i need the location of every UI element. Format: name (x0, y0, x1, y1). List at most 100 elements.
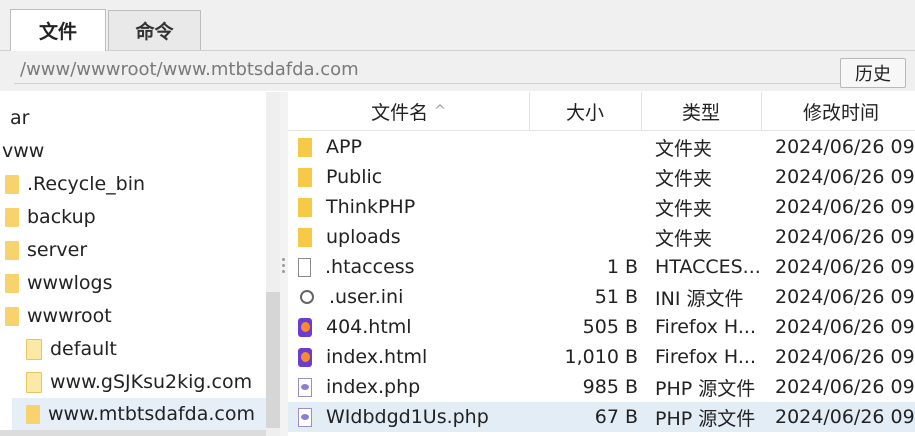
file-type: 文件夹 (655, 137, 713, 160)
tree-item-label: wwwlogs (27, 272, 113, 294)
tree-item[interactable]: wwwroot (5, 300, 112, 332)
file-row[interactable]: 404.html 505 B Firefox H... 2024/06/26 09 (288, 312, 915, 342)
tree-item-label: www.gSJKsu2kig.com (50, 371, 253, 393)
column-header-size[interactable]: 大小 (529, 92, 642, 130)
firefox-icon (298, 347, 312, 367)
file-type: HTACCES... (655, 256, 761, 278)
tree-item-label: .Recycle_bin (27, 173, 146, 195)
folder-icon (298, 167, 312, 187)
grip-dot (282, 264, 285, 267)
file-row[interactable]: Public 文件夹 2024/06/26 09 (288, 162, 915, 192)
list-header: 文件名 ^ 大小 类型 修改时间 (288, 92, 915, 131)
file-row[interactable]: ThinkPHP 文件夹 2024/06/26 09 (288, 192, 915, 222)
folder-icon (298, 227, 312, 247)
file-name-cell: APP (298, 132, 528, 162)
file-name: .htaccess (325, 256, 415, 278)
folder-icon (26, 338, 42, 360)
tree-item[interactable]: server (5, 234, 87, 266)
column-header-modified[interactable]: 修改时间 (761, 92, 915, 130)
tab-commands[interactable]: 命令 (108, 10, 201, 50)
tree-item-label: backup (27, 206, 96, 228)
file-name: uploads (326, 226, 401, 248)
file-name: 404.html (326, 316, 412, 338)
column-header-name[interactable]: 文件名 ^ (288, 92, 530, 130)
tree-item[interactable]: default (26, 333, 117, 365)
file-size: 1,010 B (564, 346, 638, 368)
file-size (530, 162, 638, 192)
file-name-cell: ThinkPHP (298, 192, 528, 222)
file-row[interactable]: index.php 985 B PHP 源文件 2024/06/26 09 (288, 372, 915, 402)
tree-item-label: www.mtbtsdafda.com (48, 403, 255, 425)
file-row[interactable]: APP 文件夹 2024/06/26 09 (288, 132, 915, 162)
file-modified: 2024/06/26 09 (775, 286, 915, 308)
file-row[interactable]: .htaccess 1 B HTACCES... 2024/06/26 09 (288, 252, 915, 282)
file-size (530, 192, 638, 222)
file-modified: 2024/06/26 09 (775, 136, 915, 158)
file-name: WIdbdgd1Us.php (326, 406, 489, 428)
file-type: Firefox H... (655, 316, 756, 338)
file-modified: 2024/06/26 09 (775, 256, 915, 278)
file-name: index.html (326, 346, 428, 368)
file-name: Public (326, 166, 383, 188)
grip-dot (282, 258, 285, 261)
tree-item[interactable]: wwwlogs (5, 267, 112, 299)
file-row[interactable]: uploads 文件夹 2024/06/26 09 (288, 222, 915, 252)
tab-files[interactable]: 文件 (10, 9, 106, 51)
folder-tree: ar vww .Recycle_bin backup server wwwlog… (0, 92, 280, 436)
file-modified: 2024/06/26 09 (775, 226, 915, 248)
file-row[interactable]: WIdbdgd1Us.php 67 B PHP 源文件 2024/06/26 09 (288, 402, 915, 432)
folder-icon (5, 174, 19, 194)
path-input[interactable]: /www/wwwroot/www.mtbtsdafda.com (14, 57, 844, 84)
firefox-icon (298, 317, 312, 337)
tree-item-label: server (27, 239, 88, 261)
file-row[interactable]: index.html 1,010 B Firefox H... 2024/06/26 … (288, 342, 915, 372)
folder-icon (5, 273, 19, 293)
file-name-cell: .htaccess (298, 252, 528, 282)
file-name: ThinkPHP (326, 196, 416, 218)
file-size: 67 B (594, 406, 638, 428)
file-name-cell: 404.html (298, 312, 528, 342)
tree-horizontal-scrollbar[interactable] (0, 430, 266, 436)
tree-item[interactable]: www.gSJKsu2kig.com (26, 366, 252, 398)
file-type: PHP 源文件 (655, 407, 756, 430)
tree-item-label: wwwroot (27, 305, 112, 327)
tree-scrollbar-thumb[interactable] (266, 292, 280, 428)
file-modified: 2024/06/26 09 (775, 346, 915, 368)
file-modified: 2024/06/26 09 (775, 166, 915, 188)
tree-scrollbar[interactable] (266, 92, 280, 436)
file-name-cell: index.php (298, 372, 528, 402)
file-row[interactable]: .user.ini 51 B INI 源文件 2024/06/26 09 (288, 282, 915, 312)
file-modified: 2024/06/26 09 (775, 316, 915, 338)
file-name-cell: index.html (298, 342, 528, 372)
gear-icon (300, 290, 314, 304)
tree-item[interactable]: backup (5, 201, 96, 233)
folder-icon (26, 404, 40, 424)
tree-item[interactable]: .Recycle_bin (5, 168, 145, 200)
pane-splitter[interactable] (280, 92, 288, 436)
file-list: 文件名 ^ 大小 类型 修改时间 APP 文件夹 2024/06/26 09 Publ… (288, 92, 915, 436)
file-size: 51 B (594, 286, 638, 308)
tree-item-label: default (50, 338, 117, 360)
tree-item[interactable]: ar (10, 102, 29, 134)
folder-icon (298, 137, 312, 157)
folder-icon (5, 207, 19, 227)
file-name-cell: uploads (298, 222, 528, 252)
column-header-type[interactable]: 类型 (641, 92, 762, 130)
file-type: 文件夹 (655, 227, 713, 250)
file-type: 文件夹 (655, 197, 713, 220)
file-modified: 2024/06/26 09 (775, 406, 915, 428)
folder-icon (26, 371, 42, 393)
file-name-cell: Public (298, 162, 528, 192)
file-modified: 2024/06/26 09 (775, 376, 915, 398)
file-icon (298, 257, 311, 277)
tree-item-selected[interactable]: www.mtbtsdafda.com (12, 398, 266, 430)
tree-item-label: vww (2, 140, 45, 162)
path-bar: /www/wwwroot/www.mtbtsdafda.com 历史 (0, 51, 915, 91)
tree-item[interactable]: vww (2, 135, 44, 167)
file-name: APP (326, 136, 362, 158)
tab-bar: 文件 命令 (0, 0, 915, 51)
file-name: index.php (326, 376, 421, 398)
php-icon (298, 407, 312, 427)
file-type: Firefox H... (655, 346, 756, 368)
history-button[interactable]: 历史 (840, 58, 906, 88)
